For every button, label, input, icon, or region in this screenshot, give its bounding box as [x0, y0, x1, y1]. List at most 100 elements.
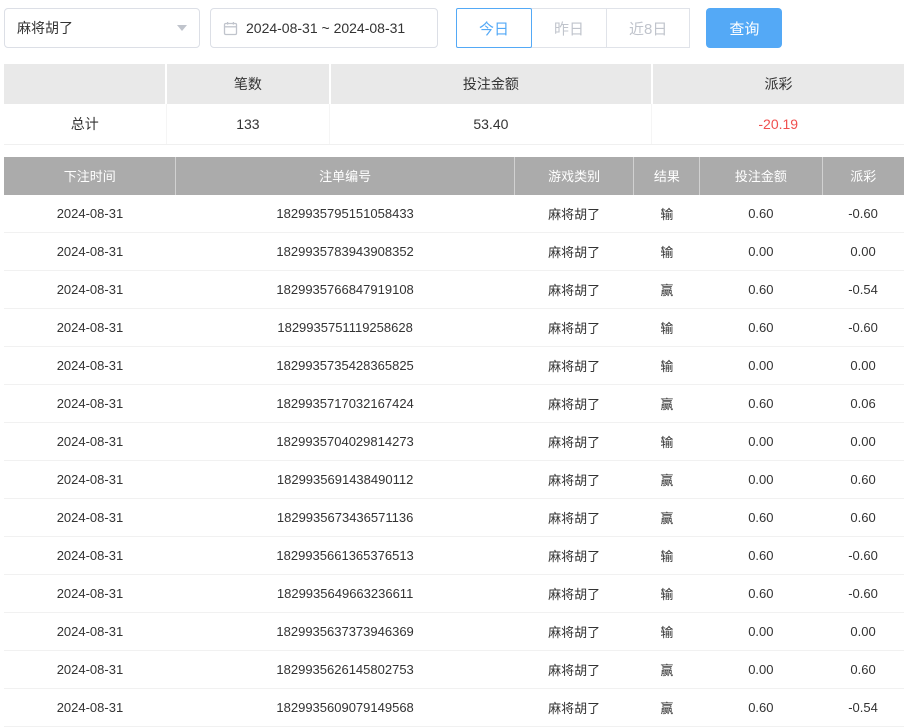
table-row: 2024-08-31 1829935704029814273 麻将胡了 输 0.… [4, 423, 904, 461]
last8days-button[interactable]: 近8日 [606, 8, 690, 48]
game-type-select[interactable]: 麻将胡了 [4, 8, 200, 48]
cell-bet-time: 2024-08-31 [4, 575, 176, 613]
cell-bet-time: 2024-08-31 [4, 689, 176, 727]
records-header-result: 结果 [634, 157, 700, 195]
cell-result: 输 [634, 195, 700, 233]
cell-bet-time: 2024-08-31 [4, 385, 176, 423]
records-header-payout: 派彩 [822, 157, 904, 195]
summary-header-row: 笔数 投注金额 派彩 [4, 64, 904, 104]
cell-game-type: 麻将胡了 [514, 613, 634, 651]
cell-bet-time: 2024-08-31 [4, 461, 176, 499]
cell-bet-id: 1829935795151058433 [176, 195, 514, 233]
today-button[interactable]: 今日 [456, 8, 532, 48]
table-row: 2024-08-31 1829935751119258628 麻将胡了 输 0.… [4, 309, 904, 347]
cell-bet-amount: 0.00 [700, 347, 822, 385]
cell-result: 赢 [634, 689, 700, 727]
cell-bet-amount: 0.00 [700, 233, 822, 271]
game-type-selected-value: 麻将胡了 [17, 18, 73, 38]
cell-payout: 0.00 [822, 233, 904, 271]
cell-bet-amount: 0.00 [700, 651, 822, 689]
quick-range-button-group: 今日 昨日 近8日 [456, 8, 690, 48]
cell-payout: -0.60 [822, 537, 904, 575]
summary-header-bet-amount: 投注金额 [330, 64, 652, 104]
cell-payout: -0.60 [822, 575, 904, 613]
cell-bet-time: 2024-08-31 [4, 537, 176, 575]
summary-total-row: 总计 133 53.40 -20.19 [4, 104, 904, 144]
cell-game-type: 麻将胡了 [514, 689, 634, 727]
cell-game-type: 麻将胡了 [514, 271, 634, 309]
cell-bet-time: 2024-08-31 [4, 195, 176, 233]
cell-payout: 0.60 [822, 651, 904, 689]
summary-header-payout: 派彩 [652, 64, 904, 104]
cell-result: 赢 [634, 651, 700, 689]
cell-bet-time: 2024-08-31 [4, 347, 176, 385]
table-row: 2024-08-31 1829935717032167424 麻将胡了 赢 0.… [4, 385, 904, 423]
cell-bet-id: 1829935691438490112 [176, 461, 514, 499]
cell-bet-amount: 0.00 [700, 423, 822, 461]
cell-bet-amount: 0.60 [700, 499, 822, 537]
cell-result: 输 [634, 423, 700, 461]
cell-bet-amount: 0.60 [700, 537, 822, 575]
cell-payout: 0.60 [822, 461, 904, 499]
cell-bet-amount: 0.60 [700, 195, 822, 233]
cell-bet-amount: 0.60 [700, 271, 822, 309]
bet-history-page: 麻将胡了 2024-08-31 ~ 2024-08-31 今日 昨日 近8日 查… [0, 0, 908, 727]
cell-payout: 0.00 [822, 347, 904, 385]
cell-game-type: 麻将胡了 [514, 499, 634, 537]
cell-game-type: 麻将胡了 [514, 651, 634, 689]
summary-table: 笔数 投注金额 派彩 总计 133 53.40 -20.19 [4, 64, 904, 145]
cell-payout: -0.54 [822, 271, 904, 309]
table-row: 2024-08-31 1829935735428365825 麻将胡了 输 0.… [4, 347, 904, 385]
yesterday-button[interactable]: 昨日 [531, 8, 607, 48]
cell-payout: 0.00 [822, 423, 904, 461]
cell-game-type: 麻将胡了 [514, 385, 634, 423]
cell-bet-id: 1829935717032167424 [176, 385, 514, 423]
cell-bet-time: 2024-08-31 [4, 499, 176, 537]
cell-bet-id: 1829935626145802753 [176, 651, 514, 689]
cell-bet-time: 2024-08-31 [4, 651, 176, 689]
table-row: 2024-08-31 1829935795151058433 麻将胡了 输 0.… [4, 195, 904, 233]
table-row: 2024-08-31 1829935609079149568 麻将胡了 赢 0.… [4, 689, 904, 727]
records-header-game-type: 游戏类别 [514, 157, 634, 195]
table-row: 2024-08-31 1829935626145802753 麻将胡了 赢 0.… [4, 651, 904, 689]
summary-count-value: 133 [166, 104, 330, 144]
cell-bet-time: 2024-08-31 [4, 271, 176, 309]
summary-bet-amount-value: 53.40 [330, 104, 652, 144]
table-row: 2024-08-31 1829935691438490112 麻将胡了 赢 0.… [4, 461, 904, 499]
cell-game-type: 麻将胡了 [514, 195, 634, 233]
filter-toolbar: 麻将胡了 2024-08-31 ~ 2024-08-31 今日 昨日 近8日 查… [4, 0, 904, 56]
table-row: 2024-08-31 1829935661365376513 麻将胡了 输 0.… [4, 537, 904, 575]
cell-bet-time: 2024-08-31 [4, 233, 176, 271]
cell-game-type: 麻将胡了 [514, 309, 634, 347]
cell-game-type: 麻将胡了 [514, 423, 634, 461]
cell-result: 赢 [634, 385, 700, 423]
cell-bet-id: 1829935649663236611 [176, 575, 514, 613]
cell-game-type: 麻将胡了 [514, 537, 634, 575]
cell-bet-amount: 0.60 [700, 575, 822, 613]
calendar-icon [223, 21, 238, 36]
table-row: 2024-08-31 1829935673436571136 麻将胡了 赢 0.… [4, 499, 904, 537]
summary-payout-value: -20.19 [652, 104, 904, 144]
table-row: 2024-08-31 1829935766847919108 麻将胡了 赢 0.… [4, 271, 904, 309]
query-button[interactable]: 查询 [706, 8, 782, 48]
cell-bet-id: 1829935751119258628 [176, 309, 514, 347]
cell-bet-time: 2024-08-31 [4, 613, 176, 651]
cell-payout: -0.54 [822, 689, 904, 727]
cell-game-type: 麻将胡了 [514, 461, 634, 499]
chevron-down-icon [177, 25, 187, 31]
cell-bet-amount: 0.00 [700, 613, 822, 651]
cell-bet-time: 2024-08-31 [4, 309, 176, 347]
cell-bet-id: 1829935673436571136 [176, 499, 514, 537]
cell-result: 输 [634, 575, 700, 613]
cell-result: 赢 [634, 461, 700, 499]
cell-result: 输 [634, 347, 700, 385]
date-range-picker[interactable]: 2024-08-31 ~ 2024-08-31 [210, 8, 438, 48]
records-header-row: 下注时间 注单编号 游戏类别 结果 投注金额 派彩 [4, 157, 904, 195]
cell-bet-id: 1829935661365376513 [176, 537, 514, 575]
table-row: 2024-08-31 1829935637373946369 麻将胡了 输 0.… [4, 613, 904, 651]
cell-bet-id: 1829935609079149568 [176, 689, 514, 727]
table-row: 2024-08-31 1829935783943908352 麻将胡了 输 0.… [4, 233, 904, 271]
bet-records-table: 下注时间 注单编号 游戏类别 结果 投注金额 派彩 2024-08-31 182… [4, 157, 904, 728]
cell-result: 输 [634, 613, 700, 651]
cell-bet-amount: 0.00 [700, 461, 822, 499]
